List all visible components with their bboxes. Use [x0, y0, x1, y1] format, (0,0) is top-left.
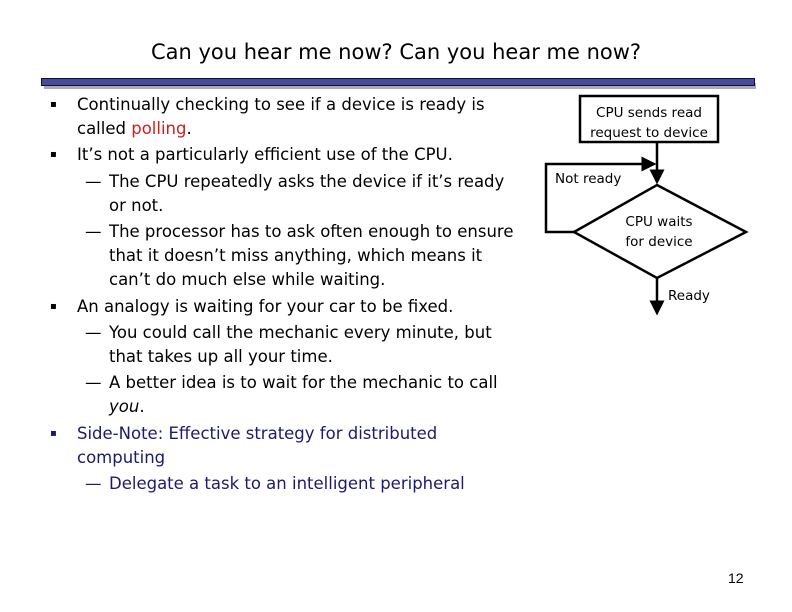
slide-title: Can you hear me now? Can you hear me now…	[150, 40, 642, 64]
dash-bullet-icon: —	[85, 171, 102, 191]
bullet-item: ▪ Continually checking to see if a devic…	[50, 95, 485, 139]
sub-bullet-item: — Delegate a task to an intelligent peri…	[46, 472, 516, 496]
process-box-line1: CPU sends read	[596, 105, 702, 121]
decision-line2: for device	[625, 234, 692, 250]
ready-label: Ready	[668, 288, 710, 304]
sub-bullet-item: — The CPU repeatedly asks the device if …	[85, 171, 505, 215]
sub-bullet-item: — The processor has to ask often enough …	[85, 222, 514, 290]
dash-bullet-icon: —	[85, 322, 102, 342]
bullet-list: ▪ Continually checking to see if a devic…	[46, 93, 516, 498]
dash-bullet-icon: —	[85, 474, 102, 494]
page-number: 12	[728, 570, 744, 586]
polling-term: polling	[131, 119, 187, 139]
bullet-item-side-note: ▪ Side-Note: Effective strategy for dist…	[50, 423, 438, 467]
slide: Can you hear me now? Can you hear me now…	[0, 0, 792, 612]
square-bullet-icon: ▪	[50, 300, 57, 312]
dash-bullet-icon: —	[85, 373, 102, 393]
sub-bullet-item: — A better idea is to wait for the mecha…	[85, 373, 498, 417]
bullet-item: ▪ An analogy is waiting for your car to …	[46, 295, 516, 319]
polling-flowchart: CPU sends read request to device CPU wai…	[544, 94, 749, 316]
process-box-line2: request to device	[590, 125, 708, 141]
square-bullet-icon: ▪	[50, 149, 57, 161]
bullet-item: ▪ It’s not a particularly efficient use …	[46, 143, 516, 167]
square-bullet-icon: ▪	[50, 99, 57, 110]
square-bullet-icon: ▪	[50, 427, 57, 439]
decision-diamond	[571, 183, 749, 280]
decision-line1: CPU waits	[625, 214, 692, 230]
sub-bullet-item: — You could call the mechanic every minu…	[85, 322, 492, 367]
not-ready-label: Not ready	[555, 171, 621, 187]
dash-bullet-icon: —	[85, 222, 102, 242]
